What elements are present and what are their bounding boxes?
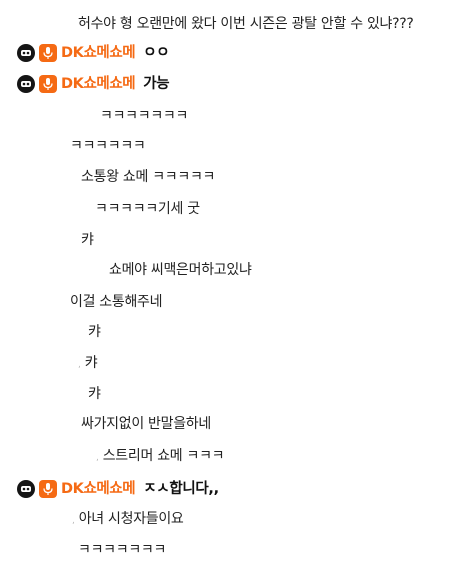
- message-text: ㅇㅇ: [143, 45, 170, 61]
- streamer-message: DK쇼메쇼메 ㅇㅇ: [0, 41, 170, 65]
- message-text: 스트리머 쇼메 ㅋㅋㅋ: [102, 448, 225, 464]
- chat-message: 소통왕 쇼메 ㅋㅋㅋㅋㅋ: [0, 165, 215, 189]
- streamer-message: DK쇼메쇼메 가능: [0, 72, 170, 96]
- message-text: 캬: [88, 324, 101, 340]
- chat-message: , 캬: [0, 351, 98, 375]
- microphone-icon: [39, 480, 57, 498]
- robot-avatar-icon: [17, 75, 35, 93]
- chat-message: 캬: [0, 320, 101, 344]
- chat-message: ㅋㅋㅋㅋㅋ기세 굿: [0, 197, 200, 221]
- microphone-icon: [39, 44, 57, 62]
- message-text: 가능: [143, 76, 170, 92]
- chat-message: 싸가지없이 반말을하네: [0, 412, 211, 436]
- chat-message: 이걸 소통해주네: [0, 290, 163, 314]
- streamer-message: DK쇼메쇼메 ㅈㅅ합니다,,: [0, 477, 219, 501]
- message-text: ㅋㅋㅋㅋㅋ기세 굿: [95, 201, 200, 217]
- chat-log: 허수야 형 오랜만에 왔다 이번 시즌은 광탈 안할 수 있냐??? DK쇼메쇼…: [0, 0, 455, 578]
- chat-message: , 아녀 시청자들이요: [0, 507, 184, 531]
- robot-avatar-icon: [17, 44, 35, 62]
- chat-message: , 스트리머 쇼메 ㅋㅋㅋ: [0, 444, 225, 468]
- message-text: 소통왕 쇼메 ㅋㅋㅋㅋㅋ: [81, 169, 216, 185]
- message-text: 캬: [88, 386, 101, 402]
- message-text: 싸가지없이 반말을하네: [81, 416, 211, 432]
- faint-mark: ,: [72, 516, 75, 526]
- chat-message: 캬: [0, 382, 101, 406]
- message-text: 쇼메야 씨맥은머하고있냐: [109, 262, 252, 278]
- message-text: 이걸 소통해주네: [70, 294, 163, 310]
- streamer-nickname[interactable]: DK쇼메쇼메: [61, 477, 136, 501]
- message-text: ㅋㅋㅋㅋㅋㅋㅋ: [78, 542, 167, 558]
- message-text: ㅈㅅ합니다,,: [143, 481, 219, 497]
- streamer-nickname[interactable]: DK쇼메쇼메: [61, 41, 136, 65]
- faint-mark: ,: [96, 453, 99, 463]
- message-text: ㅋㅋㅋㅋㅋㅋㅋ: [100, 108, 189, 124]
- message-text: 허수야 형 오랜만에 왔다 이번 시즌은 광탈 안할 수 있냐???: [78, 16, 414, 32]
- chat-message: ㅋㅋㅋㅋㅋㅋㅋ: [0, 104, 188, 128]
- chat-message: ㅋㅋㅋㅋㅋㅋ: [0, 134, 146, 158]
- chat-message: 허수야 형 오랜만에 왔다 이번 시즌은 광탈 안할 수 있냐???: [0, 12, 414, 36]
- faint-mark: ,: [78, 360, 81, 370]
- message-text: 캬: [81, 232, 94, 248]
- robot-avatar-icon: [17, 480, 35, 498]
- chat-message: 캬: [0, 228, 94, 252]
- message-text: 캬: [84, 355, 98, 371]
- microphone-icon: [39, 75, 57, 93]
- message-text: 아녀 시청자들이요: [78, 511, 184, 527]
- chat-message: 쇼메야 씨맥은머하고있냐: [0, 258, 252, 282]
- streamer-nickname[interactable]: DK쇼메쇼메: [61, 72, 136, 96]
- chat-message: ㅋㅋㅋㅋㅋㅋㅋ: [0, 538, 166, 562]
- message-text: ㅋㅋㅋㅋㅋㅋ: [70, 138, 146, 154]
